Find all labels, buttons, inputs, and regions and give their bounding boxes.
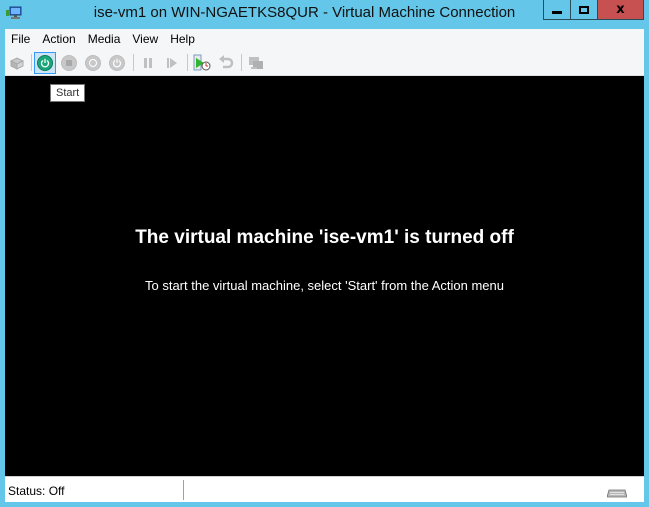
enhanced-session-button[interactable] (245, 52, 267, 74)
maximize-button[interactable] (571, 0, 598, 19)
menu-action[interactable]: Action (36, 32, 81, 46)
ctrl-alt-del-icon (9, 57, 25, 70)
save-button[interactable] (106, 52, 128, 74)
resume-icon (167, 58, 177, 68)
ctrl-alt-del-button[interactable] (7, 52, 29, 74)
menu-view[interactable]: View (126, 32, 164, 46)
enhanced-session-icon (249, 57, 263, 69)
save-state-icon (109, 55, 125, 71)
toolbar-separator (187, 54, 188, 71)
toolbar-separator (133, 54, 134, 71)
start-tooltip: Start (50, 84, 86, 102)
menu-bar: File Action Media View Help (5, 29, 644, 49)
revert-icon (219, 55, 234, 69)
toolbar (5, 49, 644, 76)
window-controls: x (543, 0, 644, 20)
stop-icon (61, 55, 77, 71)
vm-screen[interactable]: The virtual machine 'ise-vm1' is turned … (5, 76, 644, 476)
shutdown-icon (85, 55, 101, 71)
status-separator (183, 480, 184, 500)
title-bar[interactable]: ise-vm1 on WIN-NGAETKS8QUR - Virtual Mac… (0, 0, 649, 29)
checkpoint-button[interactable] (191, 52, 213, 74)
minimize-icon (552, 11, 562, 14)
power-icon (37, 55, 53, 71)
maximize-icon (579, 5, 589, 14)
shut-down-button[interactable] (82, 52, 104, 74)
toolbar-separator (31, 54, 32, 71)
turn-off-button[interactable] (58, 52, 80, 74)
status-text: Status: Off (8, 484, 65, 498)
toolbar-separator (241, 54, 242, 71)
status-bar: Status: Off (5, 476, 644, 502)
keyboard-icon (607, 489, 627, 498)
close-icon: x (616, 2, 625, 17)
checkpoint-icon (193, 54, 211, 71)
close-button[interactable]: x (598, 0, 643, 19)
vm-status-headline: The virtual machine 'ise-vm1' is turned … (135, 227, 514, 248)
start-button[interactable] (34, 52, 56, 74)
pause-icon (144, 58, 152, 68)
pause-button[interactable] (137, 52, 159, 74)
menu-file[interactable]: File (5, 32, 36, 46)
vm-connection-window: ise-vm1 on WIN-NGAETKS8QUR - Virtual Mac… (0, 0, 649, 507)
menu-help[interactable]: Help (164, 32, 201, 46)
vm-start-instruction: To start the virtual machine, select 'St… (144, 278, 504, 293)
minimize-button[interactable] (544, 0, 571, 19)
resume-button[interactable] (161, 52, 183, 74)
menu-media[interactable]: Media (82, 32, 127, 46)
revert-button[interactable] (215, 52, 237, 74)
